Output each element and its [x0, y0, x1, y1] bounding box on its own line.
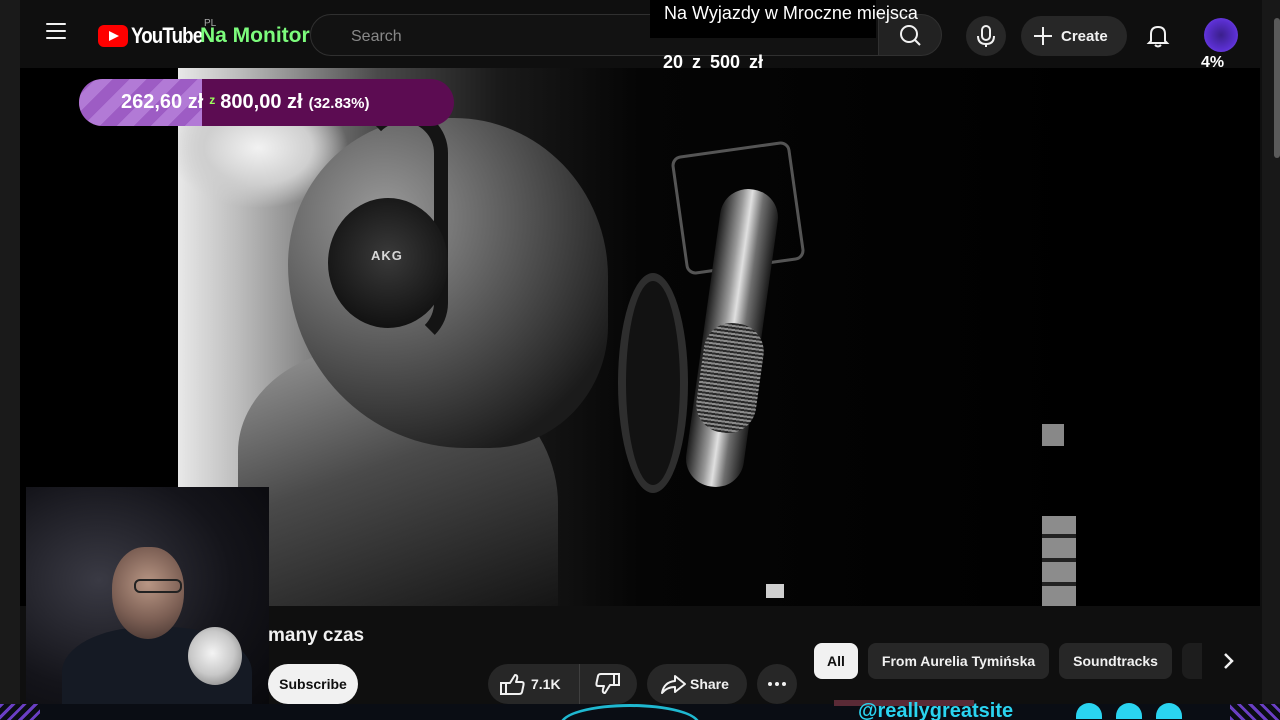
share-label: Share [690, 676, 729, 692]
donation-goal-bar: 262,60 zł z 800,00 zł (32.83%) [79, 79, 454, 126]
strip-hatch-left [0, 704, 40, 720]
goal-title: Na Wyjazdy w Mroczne miejsca [664, 3, 918, 23]
background-light [1042, 424, 1064, 446]
desktop-edge [0, 0, 20, 720]
subscribe-button[interactable]: Subscribe [268, 664, 358, 704]
voice-search-button[interactable] [966, 16, 1006, 56]
microphone-icon [977, 25, 995, 47]
headphone-brand: AKG [371, 248, 403, 263]
video-title: many czas [268, 625, 365, 646]
social-handle: @reallygreatsite [858, 700, 1014, 720]
video-frame: AKG [178, 68, 1098, 606]
thumbs-down-icon [595, 673, 620, 694]
more-dot [782, 682, 786, 686]
like-button[interactable]: 7.1K [488, 664, 580, 704]
chips-next-button[interactable] [1209, 641, 1249, 681]
donation-separator: z [209, 93, 216, 107]
headphone-cup [328, 198, 448, 328]
studio-light [766, 584, 784, 598]
related-chips: All From Aurelia Tymińska Soundtracks [814, 643, 1172, 679]
scrollbar-thumb[interactable] [1274, 18, 1280, 158]
webcam-hand [188, 627, 242, 685]
donation-text: 262,60 zł z 800,00 zł (32.83%) [121, 91, 369, 114]
chip-overflow [1182, 643, 1202, 679]
goal-progress: 20 z 500 zł [663, 52, 764, 72]
dislike-button[interactable] [580, 664, 637, 704]
strip-hatch-right [1230, 704, 1280, 720]
like-dislike-group: 7.1K [488, 664, 637, 704]
bell-icon [1146, 25, 1170, 48]
notifications-button[interactable] [1138, 16, 1178, 56]
account-avatar[interactable] [1204, 18, 1238, 52]
thumbs-up-social-icon [1116, 703, 1142, 719]
webcam-glasses [134, 579, 182, 593]
background-window [1042, 516, 1076, 606]
logo-text: YouTube [131, 23, 203, 48]
plus-icon [1034, 27, 1052, 45]
webcam-overlay [26, 487, 269, 720]
goal-percent: 4% [1201, 54, 1225, 71]
create-label: Create [1061, 27, 1108, 45]
bell-social-icon [1156, 703, 1182, 719]
webcam-person-face [112, 547, 184, 639]
channel-name-overlay: Na Monitor [200, 24, 310, 47]
more-horizontal-icon [768, 682, 772, 686]
create-button[interactable]: Create [1021, 16, 1127, 56]
chip-all[interactable]: All [814, 643, 858, 679]
social-icons [1076, 703, 1182, 719]
screen: AKG YouTube PL Search Create Na Monitor … [0, 0, 1280, 720]
heart-icon [1076, 703, 1102, 719]
donation-goal: 800,00 zł [220, 91, 303, 113]
donation-percent: (32.83%) [308, 95, 370, 112]
donation-current: 262,60 zł [121, 91, 204, 113]
share-arrow-icon [661, 675, 686, 694]
chevron-right-icon [1224, 653, 1234, 669]
youtube-logo[interactable]: YouTube [98, 23, 215, 49]
more-actions-button[interactable] [757, 664, 797, 704]
thumbs-up-icon [500, 674, 525, 695]
subscribe-label: Subscribe [279, 676, 347, 692]
share-button[interactable]: Share [647, 664, 747, 704]
search-placeholder: Search [351, 28, 402, 45]
like-count: 7.1K [531, 676, 561, 692]
chip-from-channel[interactable]: From Aurelia Tymińska [867, 643, 1050, 679]
hamburger-menu-icon[interactable] [46, 18, 70, 54]
chip-soundtracks[interactable]: Soundtracks [1059, 643, 1172, 679]
more-dot [775, 682, 779, 686]
pop-filter [618, 273, 688, 493]
youtube-play-icon [98, 25, 128, 47]
